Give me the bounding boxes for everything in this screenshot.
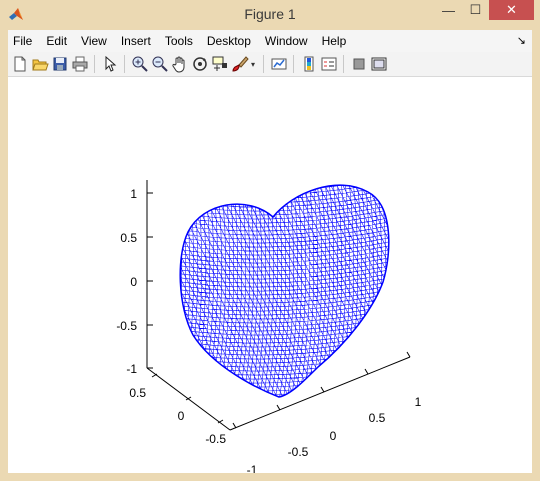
brush-icon[interactable] <box>231 55 249 73</box>
toolbar-separator <box>263 55 264 73</box>
colorbar-icon[interactable] <box>300 55 318 73</box>
x-tick-label: 0.5 <box>369 411 386 425</box>
x-tick-label: -1 <box>247 463 258 473</box>
open-file-icon[interactable] <box>31 55 49 73</box>
menu-bar: File Edit View Insert Tools Desktop Wind… <box>8 30 532 52</box>
z-tick-label: 1 <box>130 187 137 201</box>
x-tick-label: -0.5 <box>288 445 309 459</box>
menu-tools[interactable]: Tools <box>158 30 200 52</box>
z-tick-label: 0 <box>130 275 137 289</box>
menu-view[interactable]: View <box>74 30 114 52</box>
menu-edit[interactable]: Edit <box>39 30 74 52</box>
show-plot-tools-icon[interactable] <box>370 55 388 73</box>
menu-window[interactable]: Window <box>258 30 315 52</box>
dock-figure-button[interactable]: ↘ <box>517 34 526 47</box>
figure-toolbar: ▾ <box>8 52 532 77</box>
client-area: File Edit View Insert Tools Desktop Wind… <box>8 30 532 477</box>
close-button[interactable]: ✕ <box>489 0 534 20</box>
x-tick-label: 1 <box>415 395 422 409</box>
figure-canvas[interactable]: 1 0.5 0 -0.5 -1 0.5 0 -0.5 -1 -0.5 0 0.5… <box>8 77 532 477</box>
toolbar-separator <box>124 55 125 73</box>
zoom-out-icon[interactable] <box>151 55 169 73</box>
menu-insert[interactable]: Insert <box>114 30 158 52</box>
toolbar-separator <box>293 55 294 73</box>
save-icon[interactable] <box>51 55 69 73</box>
new-figure-icon[interactable] <box>11 55 29 73</box>
menu-file[interactable]: File <box>8 30 39 52</box>
y-tick-label: -0.5 <box>205 432 226 446</box>
z-tick-label: 0.5 <box>120 231 137 245</box>
toolbar-separator <box>94 55 95 73</box>
toolbar-separator <box>343 55 344 73</box>
y-tick-label: 0 <box>178 409 185 423</box>
x-tick-label: 0 <box>330 429 337 443</box>
title-bar[interactable]: Figure 1 — ☐ ✕ <box>0 0 540 30</box>
heart-surface-mesh <box>180 185 389 397</box>
y-tick-label: 0.5 <box>129 386 146 400</box>
axes-3d[interactable]: 1 0.5 0 -0.5 -1 0.5 0 -0.5 -1 -0.5 0 0.5… <box>8 77 532 477</box>
link-plot-icon[interactable] <box>270 55 288 73</box>
x-ticks: -1 -0.5 0 0.5 1 <box>232 351 422 477</box>
data-cursor-icon[interactable] <box>211 55 229 73</box>
maximize-button[interactable]: ☐ <box>462 0 489 20</box>
menu-help[interactable]: Help <box>315 30 354 52</box>
legend-icon[interactable] <box>320 55 338 73</box>
pan-hand-icon[interactable] <box>171 55 189 73</box>
brush-dropdown-icon[interactable]: ▾ <box>251 60 255 69</box>
print-icon[interactable] <box>71 55 89 73</box>
z-tick-label: -1 <box>126 362 137 376</box>
edit-plot-arrow-icon[interactable] <box>101 55 119 73</box>
z-tick-label: -0.5 <box>116 319 137 333</box>
hide-plot-tools-icon[interactable] <box>350 55 368 73</box>
menu-desktop[interactable]: Desktop <box>200 30 258 52</box>
rotate-3d-icon[interactable] <box>191 55 209 73</box>
y-ticks: 0.5 0 -0.5 <box>129 373 226 446</box>
minimize-button[interactable]: — <box>435 0 462 20</box>
figure-window: Figure 1 — ☐ ✕ File Edit View Insert Too… <box>0 0 540 481</box>
zoom-in-icon[interactable] <box>131 55 149 73</box>
